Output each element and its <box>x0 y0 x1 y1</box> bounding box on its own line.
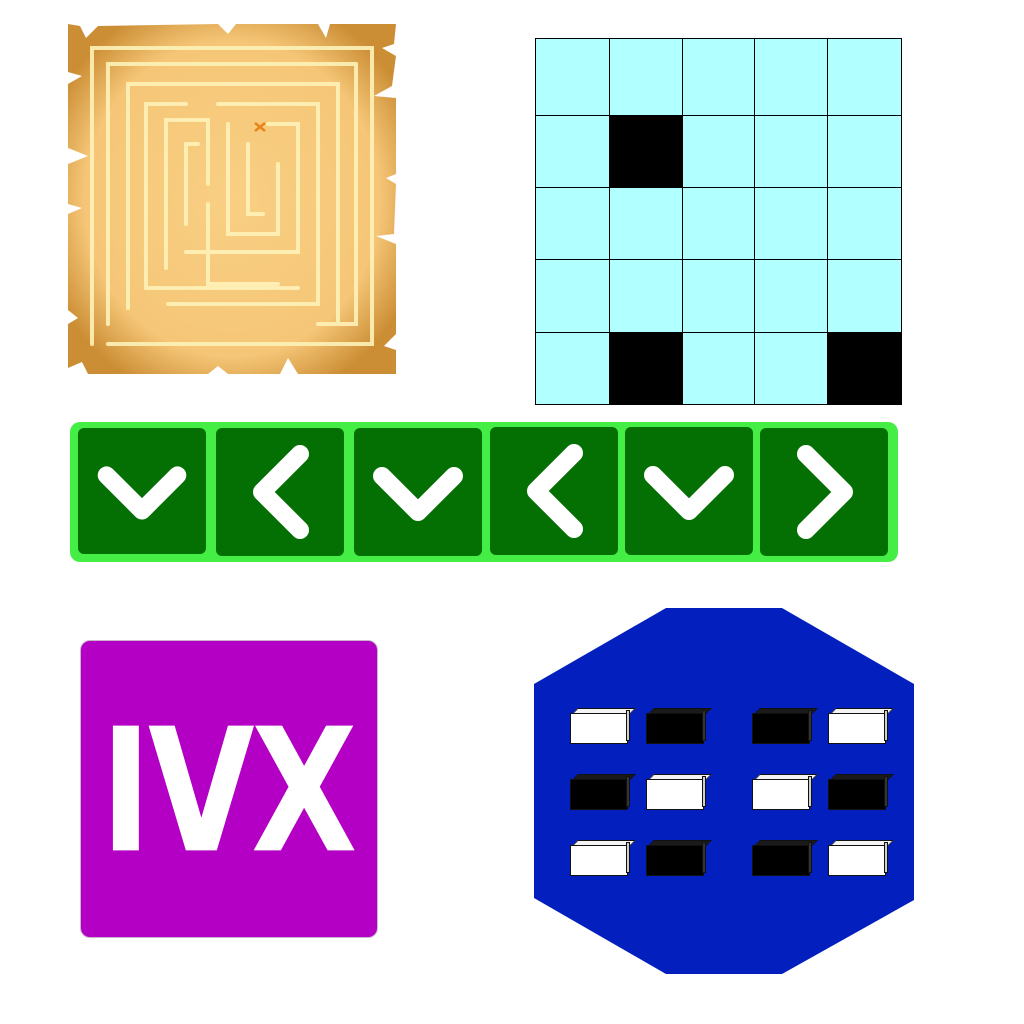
grid-cell-4-1[interactable] <box>535 259 610 333</box>
grid-cell-3-3[interactable] <box>682 187 755 260</box>
toggle-switch-1-1-1[interactable] <box>570 708 636 744</box>
grid-cell-2-4[interactable] <box>754 115 828 188</box>
down-icon <box>644 466 734 520</box>
grid-cell-5-1[interactable] <box>535 332 610 405</box>
toggle-switch-2-2-1[interactable] <box>752 774 818 810</box>
roman-numeral-button[interactable]: IVX <box>80 640 378 938</box>
grid-cell-3-5[interactable] <box>827 187 902 260</box>
grid-cell-4-5[interactable] <box>827 259 902 333</box>
grid-cell-2-3[interactable] <box>682 115 755 188</box>
down-icon <box>373 467 463 521</box>
right-icon <box>797 445 853 539</box>
switch-module <box>534 608 914 974</box>
grid-cell-2-5[interactable] <box>827 115 902 188</box>
grid-cell-3-1[interactable] <box>535 187 610 260</box>
roman-numeral-label: IVX <box>100 693 357 892</box>
grid-cell-2-2[interactable] <box>609 115 683 188</box>
grid-cell-4-3[interactable] <box>682 259 755 333</box>
maze-paper <box>68 24 396 374</box>
toggle-switch-1-2-1[interactable] <box>570 774 636 810</box>
arrow-key-5[interactable] <box>625 427 753 555</box>
toggle-switch-2-3-1[interactable] <box>752 840 818 876</box>
arrow-key-1[interactable] <box>78 428 206 554</box>
arrow-key-4[interactable] <box>490 427 618 555</box>
grid-cell-5-3[interactable] <box>682 332 755 405</box>
left-icon <box>527 444 583 538</box>
toggle-switch-2-1-2[interactable] <box>828 708 894 744</box>
left-icon <box>253 445 309 539</box>
grid-cell-5-2[interactable] <box>609 332 683 405</box>
toggle-switch-1-2-2[interactable] <box>646 774 712 810</box>
arrow-key-3[interactable] <box>354 428 482 556</box>
grid-cell-1-4[interactable] <box>754 38 828 116</box>
arrow-key-6[interactable] <box>760 428 888 556</box>
maze-module <box>68 24 396 374</box>
maze-map[interactable] <box>68 24 396 374</box>
grid-module <box>535 38 902 405</box>
grid-cell-2-1[interactable] <box>535 115 610 188</box>
grid-cell-3-4[interactable] <box>754 187 828 260</box>
toggle-switch-1-1-2[interactable] <box>646 708 712 744</box>
grid-cell-5-4[interactable] <box>754 332 828 405</box>
toggle-switch-1-3-1[interactable] <box>570 840 636 876</box>
grid-cell-1-2[interactable] <box>609 38 683 116</box>
grid-cell-4-4[interactable] <box>754 259 828 333</box>
toggle-switch-1-3-2[interactable] <box>646 840 712 876</box>
grid-cell-3-2[interactable] <box>609 187 683 260</box>
toggle-switch-2-2-2[interactable] <box>828 774 894 810</box>
arrow-key-2[interactable] <box>216 428 344 556</box>
grid-cell-4-2[interactable] <box>609 259 683 333</box>
arrow-module <box>70 422 898 562</box>
grid-board <box>535 38 902 405</box>
down-icon <box>97 466 187 520</box>
grid-cell-5-5[interactable] <box>827 332 902 405</box>
puzzle-canvas: IVX <box>0 0 1024 1024</box>
toggle-switch-2-1-1[interactable] <box>752 708 818 744</box>
grid-cell-1-3[interactable] <box>682 38 755 116</box>
toggle-switch-2-3-2[interactable] <box>828 840 894 876</box>
grid-cell-1-1[interactable] <box>535 38 610 116</box>
grid-cell-1-5[interactable] <box>827 38 902 116</box>
